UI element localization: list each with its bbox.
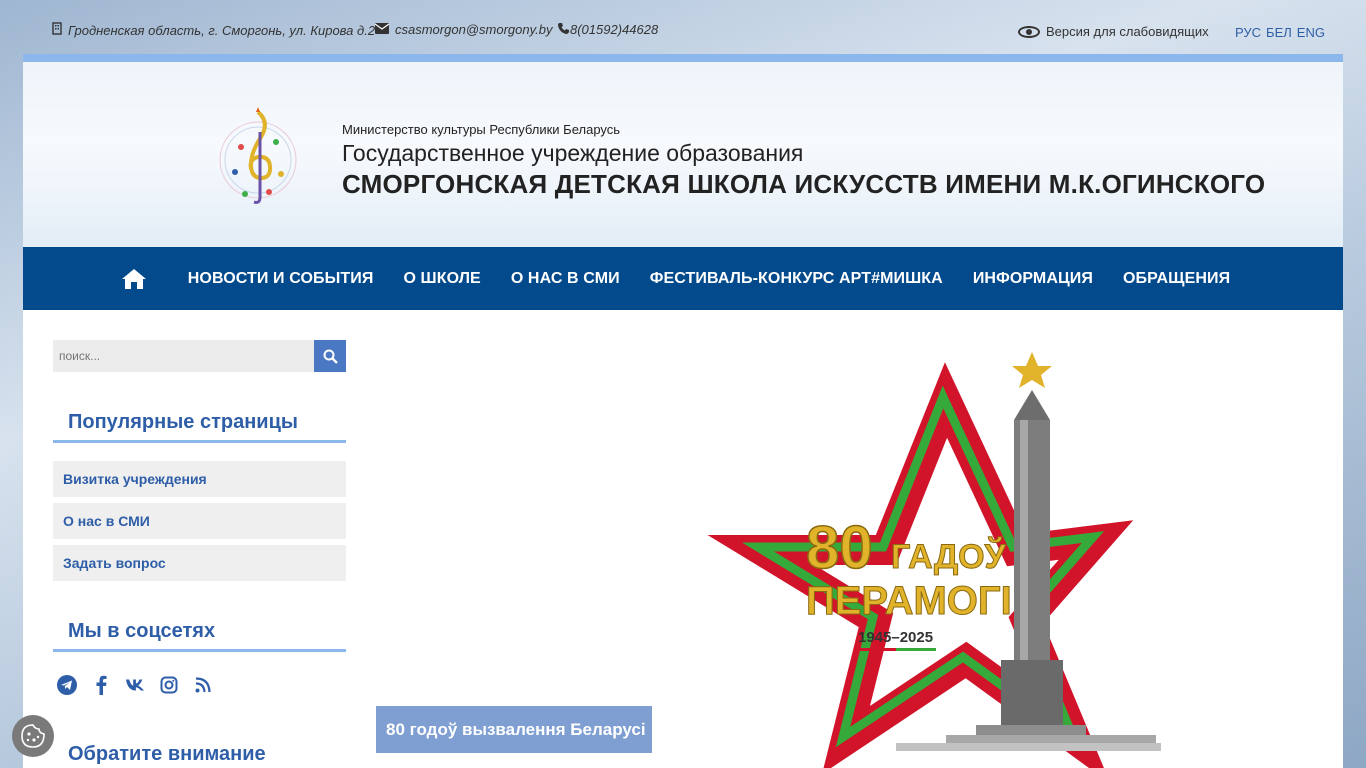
instagram-icon[interactable] [159,675,179,695]
page-container: Министерство культуры Республики Беларус… [23,54,1343,768]
address-text: Гродненская область, г. Сморгонь, ул. Ки… [68,22,376,38]
victory-80-banner[interactable]: 80 ГАДОЎ ПЕРАМОГІ 1945–2025 [376,340,1323,768]
notice-title: Обратите внимание [68,743,266,765]
popular-item-visit-card[interactable]: Визитка учреждения [53,461,346,497]
nav-media[interactable]: О НАС В СМИ [496,270,635,288]
search-input[interactable] [53,340,314,372]
email[interactable]: csasmorgon@smorgony.by [374,22,552,37]
top-info-bar: Гродненская область, г. Сморгонь, ул. Ки… [0,0,1366,56]
telegram-icon[interactable] [57,675,77,695]
banner-line1: ГАДОЎ [891,537,1007,576]
building-icon [52,22,62,38]
home-icon[interactable] [121,268,147,290]
nav-festival[interactable]: ФЕСТИВАЛЬ-КОНКУРС АРТ#МИШКА [635,270,958,288]
facebook-icon[interactable] [91,675,111,695]
school-logo[interactable] [213,102,308,210]
social-title: Мы в соцсетях [53,620,346,652]
popular-pages-list: Визитка учреждения О нас в СМИ Задать во… [53,461,346,587]
lang-be[interactable]: БЕЛ [1266,25,1292,40]
phone-text[interactable]: 8(01592)44628 [570,22,658,37]
institution-type: Государственное учреждение образования [342,140,804,166]
banner-line2: ПЕРАМОГІ [806,579,1012,623]
vk-icon[interactable] [125,675,145,695]
social-links [57,675,213,695]
language-switcher: РУС БЕЛ ENG [1235,25,1325,40]
phone-icon [558,22,569,37]
nav-appeals[interactable]: ОБРАЩЕНИЯ [1108,270,1245,288]
nav-information[interactable]: ИНФОРМАЦИЯ [958,270,1108,288]
envelope-icon [374,22,390,37]
banner-caption[interactable]: 80 годоў вызвалення Беларусі [376,706,652,753]
low-vision-label[interactable]: Версия для слабовидящих [1046,24,1209,39]
banner-years: 1945–2025 [858,629,933,646]
nav-about-school[interactable]: О ШКОЛЕ [388,270,495,288]
main-navigation: НОВОСТИ И СОБЫТИЯ О ШКОЛЕ О НАС В СМИ ФЕ… [23,247,1343,310]
search-icon [323,349,338,364]
low-vision-version-link[interactable]: Версия для слабовидящих [1018,24,1209,39]
lang-en[interactable]: ENG [1297,25,1325,40]
search-button[interactable] [314,340,346,372]
eye-icon [1018,25,1040,38]
search-box [53,340,346,372]
email-text[interactable]: csasmorgon@smorgony.by [395,22,552,37]
site-header: Министерство культуры Республики Беларус… [23,54,1343,247]
address: Гродненская область, г. Сморгонь, ул. Ки… [52,22,375,38]
banner-number: 80 [806,514,873,581]
cookie-settings-button[interactable] [12,715,54,757]
cookie-icon [21,724,45,748]
rss-icon[interactable] [193,675,213,695]
nav-news[interactable]: НОВОСТИ И СОБЫТИЯ [173,270,389,288]
popular-item-media[interactable]: О нас в СМИ [53,503,346,539]
popular-pages-title: Популярные страницы [53,411,346,443]
phone[interactable]: 8(01592)44628 [558,22,658,37]
popular-item-ask-question[interactable]: Задать вопрос [53,545,346,581]
institution-name: СМОРГОНСКАЯ ДЕТСКАЯ ШКОЛА ИСКУССТВ ИМЕНИ… [342,169,1266,199]
ministry-label: Министерство культуры Республики Беларус… [342,122,621,137]
lang-ru[interactable]: РУС [1235,25,1261,40]
